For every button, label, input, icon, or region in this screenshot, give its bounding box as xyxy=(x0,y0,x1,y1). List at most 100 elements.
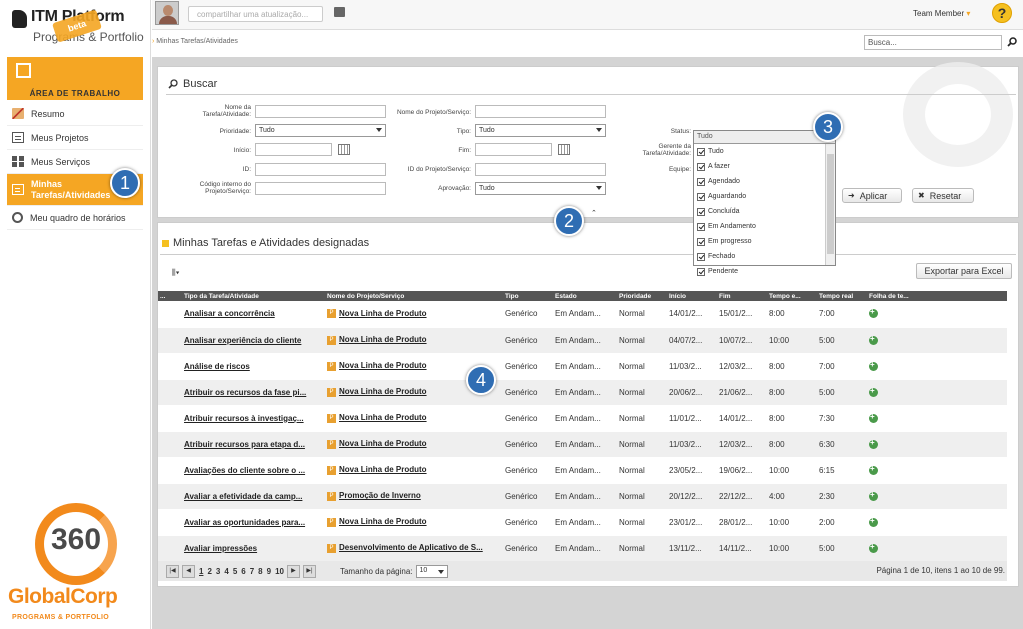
column-header[interactable]: Tempo e... xyxy=(767,291,817,301)
global-search-input[interactable]: Busca... xyxy=(864,35,1002,50)
export-excel-button[interactable]: Exportar para Excel xyxy=(916,263,1012,279)
column-header[interactable]: Nome do Projeto/Serviço xyxy=(325,291,503,301)
scrollbar-thumb[interactable] xyxy=(827,154,834,254)
project-link[interactable]: Nova Linha de Produto xyxy=(339,517,427,526)
task-link[interactable]: Avaliar as oportunidades para... xyxy=(184,518,305,527)
priority-select[interactable]: Tudo xyxy=(255,124,386,137)
columns-toggle-icon[interactable]: ⫼▾ xyxy=(172,268,180,278)
add-timesheet-icon[interactable] xyxy=(869,412,878,423)
start-date-input[interactable] xyxy=(255,143,332,156)
checkbox[interactable] xyxy=(697,147,705,156)
column-header[interactable]: ... xyxy=(158,291,182,301)
add-timesheet-icon[interactable] xyxy=(869,542,878,553)
page-link[interactable]: 6 xyxy=(241,567,245,576)
avatar[interactable] xyxy=(155,1,179,25)
column-header[interactable]: Folha de te... xyxy=(867,291,1007,301)
share-update-input[interactable]: compartilhar uma atualização... xyxy=(188,6,323,22)
checkbox[interactable] xyxy=(697,237,705,246)
project-link[interactable]: Promoção de Inverno xyxy=(339,491,421,500)
add-timesheet-icon[interactable] xyxy=(869,490,878,501)
column-header[interactable]: Tipo da Tarefa/Atividade xyxy=(182,291,325,301)
status-option[interactable]: Fechado xyxy=(694,249,835,264)
status-option[interactable]: Aguardando xyxy=(694,189,835,204)
task-link[interactable]: Avaliar a efetividade da camp... xyxy=(184,492,302,501)
messages-icon[interactable] xyxy=(334,7,345,17)
end-date-input[interactable] xyxy=(475,143,552,156)
task-link[interactable]: Atribuir recursos para etapa d... xyxy=(184,440,305,449)
project-link[interactable]: Nova Linha de Produto xyxy=(339,387,427,396)
status-option[interactable]: Em progresso xyxy=(694,234,835,249)
internal-code-input[interactable] xyxy=(255,182,386,195)
work-area-tile[interactable]: ÁREA DE TRABALHO xyxy=(7,57,143,100)
task-link[interactable]: Atribuir os recursos da fase pi... xyxy=(184,388,306,397)
column-header[interactable]: Tempo real xyxy=(817,291,867,301)
status-option[interactable]: Pendente xyxy=(694,264,835,279)
task-link[interactable]: Avaliações do cliente sobre o ... xyxy=(184,466,305,475)
breadcrumb-current[interactable]: Minhas Tarefas/Atividades xyxy=(156,38,238,45)
checkbox[interactable] xyxy=(697,192,705,201)
checkbox[interactable] xyxy=(697,267,705,276)
sidebar-item-resumo[interactable]: Resumo xyxy=(7,102,143,126)
project-link[interactable]: Nova Linha de Produto xyxy=(339,413,427,422)
checkbox[interactable] xyxy=(697,252,705,261)
task-link[interactable]: Avaliar impressões xyxy=(184,544,257,553)
page-link[interactable]: 3 xyxy=(216,567,220,576)
approval-select[interactable]: Tudo xyxy=(475,182,606,195)
add-timesheet-icon[interactable] xyxy=(869,516,878,527)
column-header[interactable]: Início xyxy=(667,291,717,301)
column-header[interactable]: Estado xyxy=(553,291,617,301)
calendar-icon[interactable] xyxy=(338,144,350,155)
page-link[interactable]: 8 xyxy=(258,567,262,576)
page-link[interactable]: 4 xyxy=(224,567,228,576)
add-timesheet-icon[interactable] xyxy=(869,360,878,371)
collapse-caret-icon[interactable]: ⌃ xyxy=(591,209,597,217)
add-timesheet-icon[interactable] xyxy=(869,438,878,449)
checkbox[interactable] xyxy=(697,177,705,186)
user-menu[interactable]: Team Member ▾ xyxy=(913,9,970,18)
add-timesheet-icon[interactable] xyxy=(869,307,878,319)
task-link[interactable]: Analisar experiência do cliente xyxy=(184,336,301,345)
prev-page-icon[interactable]: ◀ xyxy=(182,564,195,578)
sidebar-item-meus-projetos[interactable]: Meus Projetos xyxy=(7,126,143,150)
help-icon[interactable]: ? xyxy=(992,3,1012,23)
status-option[interactable]: Em Andamento xyxy=(694,219,835,234)
project-id-input[interactable] xyxy=(475,163,606,176)
status-dropdown-scrollbar[interactable] xyxy=(825,144,835,265)
page-size-select[interactable]: 10 xyxy=(416,564,449,578)
last-page-icon[interactable]: ▶| xyxy=(302,564,316,578)
add-timesheet-icon[interactable] xyxy=(869,334,878,345)
project-link[interactable]: Nova Linha de Produto xyxy=(339,465,427,474)
task-link[interactable]: Análise de riscos xyxy=(184,362,250,371)
project-link[interactable]: Desenvolvimento de Aplicativo de S... xyxy=(339,543,483,552)
project-link[interactable]: Nova Linha de Produto xyxy=(339,309,427,318)
project-name-input[interactable] xyxy=(475,105,606,118)
task-name-input[interactable] xyxy=(255,105,386,118)
add-timesheet-icon[interactable] xyxy=(869,464,878,475)
status-option[interactable]: A fazer xyxy=(694,159,835,174)
column-header[interactable]: Fim xyxy=(717,291,767,301)
page-link[interactable]: 2 xyxy=(207,567,211,576)
apply-button[interactable]: ➜ Aplicar xyxy=(842,188,902,203)
column-header[interactable]: Tipo xyxy=(503,291,553,301)
sidebar-item-quadro-horarios[interactable]: Meu quadro de horários xyxy=(7,206,143,230)
calendar-icon[interactable] xyxy=(558,144,570,155)
reset-button[interactable]: ✖ Resetar xyxy=(912,188,974,203)
status-dropdown[interactable]: Tudo Tudo A fazer Agendado Aguardando Co… xyxy=(693,130,836,276)
project-link[interactable]: Nova Linha de Produto xyxy=(339,439,427,448)
search-icon[interactable] xyxy=(1007,37,1017,47)
page-link[interactable]: 5 xyxy=(233,567,237,576)
page-link[interactable]: 10 xyxy=(275,567,284,576)
checkbox[interactable] xyxy=(697,162,705,171)
itm-platform-logo[interactable]: ITM Platform Programs & Portfolio beta xyxy=(10,6,145,48)
first-page-icon[interactable]: |◀ xyxy=(166,564,179,578)
checkbox[interactable] xyxy=(697,222,705,231)
add-timesheet-icon[interactable] xyxy=(869,386,878,397)
status-option[interactable]: Agendado xyxy=(694,174,835,189)
status-option[interactable]: Concluída xyxy=(694,204,835,219)
page-link[interactable]: 9 xyxy=(267,567,271,576)
project-link[interactable]: Nova Linha de Produto xyxy=(339,335,427,344)
page-link[interactable]: 7 xyxy=(250,567,254,576)
task-link[interactable]: Atribuir recursos à investigaç... xyxy=(184,414,304,423)
page-link[interactable]: 1 xyxy=(199,567,203,576)
column-header[interactable]: Prioridade xyxy=(617,291,667,301)
